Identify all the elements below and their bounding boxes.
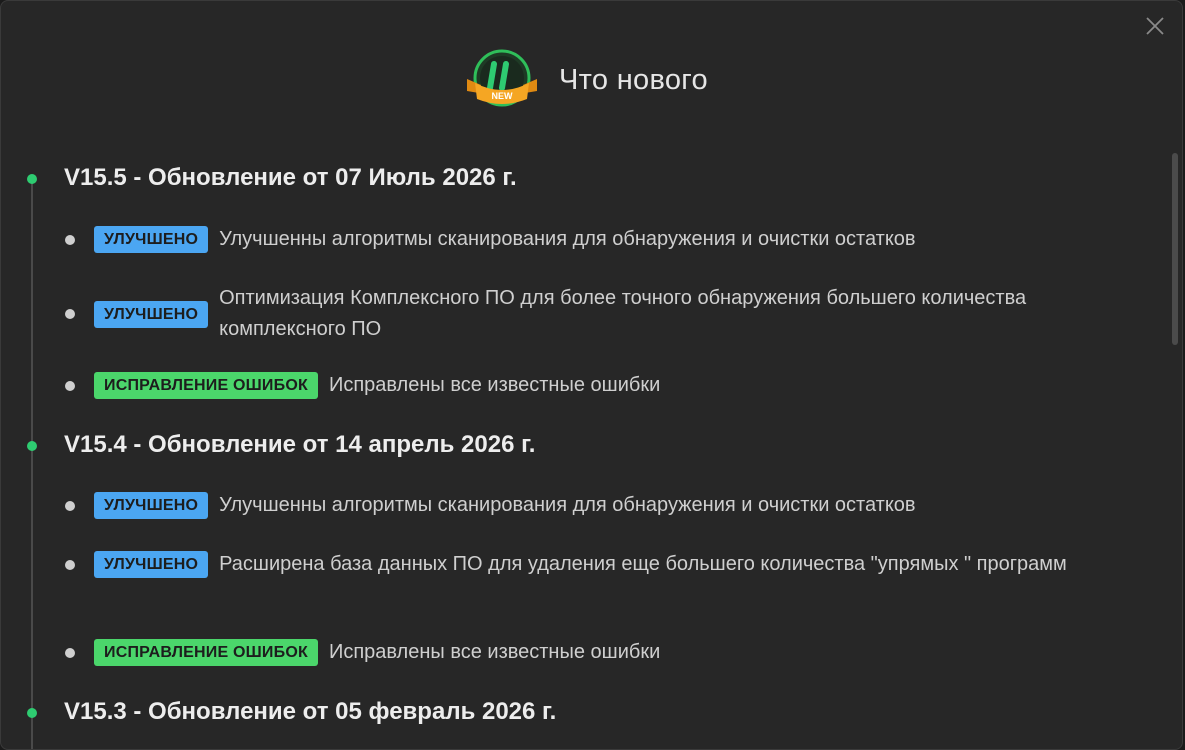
changelog-scroll-area[interactable]: V15.5 - Обновление от 07 Июль 2026 г. УЛ… [1,151,1161,749]
list-item: УЛУЧШЕНО Улучшенны алгоритмы сканировани… [65,490,1079,521]
timeline-dot [27,174,37,184]
improved-badge: УЛУЧШЕНО [94,551,209,578]
version-title: V15.5 - Обновление от 07 Июль 2026 г. [64,164,517,191]
improved-badge: УЛУЧШЕНО [94,300,209,328]
close-icon [1146,17,1164,35]
item-text: Оптимизация Комплексного ПО для более то… [219,287,1027,340]
whats-new-dialog: NEW Что нового V15.5 - Обновление от 07 … [0,0,1183,750]
close-button[interactable] [1142,13,1168,39]
timeline-dot [27,441,37,451]
bullet [65,500,75,511]
new-update-logo-icon: NEW [467,49,538,107]
version-title: V15.3 - Обновление от 05 февраль 2026 г. [64,698,557,725]
list-item: ИСПРАВЛЕНИЕ ОШИБОК Исправлены все извест… [65,637,1161,668]
list-item: УЛУЧШЕНО Расширена база данных ПО для уд… [65,549,1079,580]
bullet [65,309,75,319]
bugfix-badge: ИСПРАВЛЕНИЕ ОШИБОК [94,372,318,399]
item-text: Улучшенны алгоритмы сканирования для обн… [219,494,916,516]
version-title: V15.4 - Обновление от 14 апрель 2026 г. [64,431,536,458]
bullet [65,559,75,570]
dialog-header: NEW Что нового [1,45,1182,115]
list-item: УЛУЧШЕНО Оптимизация Комплексного ПО для… [65,283,1079,345]
item-text: Исправлены все известные ошибки [328,374,661,396]
list-item: ИСПРАВЛЕНИЕ ОШИБОК Исправлены все извест… [65,370,1161,401]
dialog-title: Что нового [559,63,708,96]
item-text: Расширена база данных ПО для удаления ещ… [219,553,1067,575]
timeline-line [31,179,33,749]
bullet [65,380,75,391]
improved-badge: УЛУЧШЕНО [94,492,209,519]
scrollbar-thumb[interactable] [1172,153,1178,345]
timeline-dot [27,708,37,718]
bullet [65,647,75,658]
logo-badge-text: NEW [492,91,514,101]
item-text: Улучшенны алгоритмы сканирования для обн… [219,228,916,250]
list-item: УЛУЧШЕНО Улучшенны алгоритмы сканировани… [65,224,1079,255]
improved-badge: УЛУЧШЕНО [94,226,209,253]
bullet [65,234,75,245]
bugfix-badge: ИСПРАВЛЕНИЕ ОШИБОК [94,639,318,666]
item-text: Исправлены все известные ошибки [328,641,661,663]
